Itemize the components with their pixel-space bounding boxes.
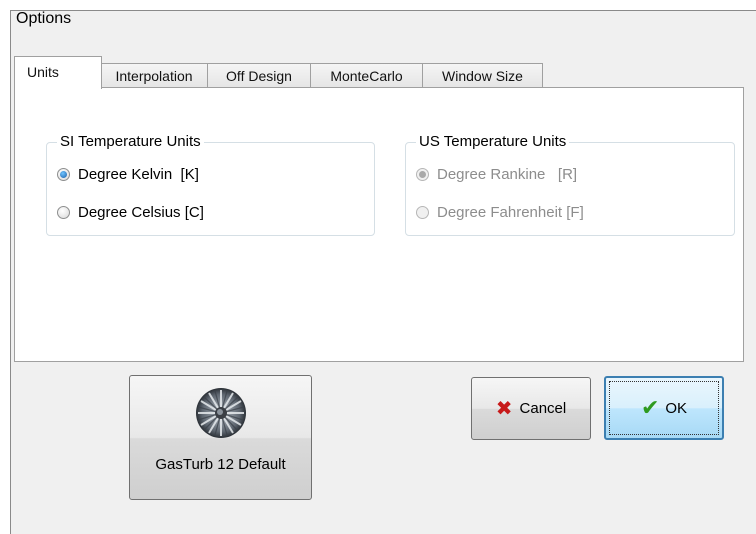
- radio-label-fahrenheit: Degree Fahrenheit [F]: [437, 203, 584, 221]
- red-x-icon: ✖: [495, 398, 513, 420]
- radio-label-kelvin: Degree Kelvin [K]: [78, 165, 199, 183]
- cancel-button[interactable]: ✖ Cancel: [471, 377, 591, 440]
- turbine-fan-icon: [195, 388, 246, 438]
- units-tab-page: SI Temperature Units Degree Kelvin [K] D…: [14, 87, 744, 362]
- tab-interpolation[interactable]: Interpolation: [100, 63, 208, 89]
- us-temperature-group: US Temperature Units Degree Rankine [R] …: [405, 133, 735, 236]
- radio-degree-celsius[interactable]: Degree Celsius [C]: [57, 201, 204, 223]
- radio-button-checked-icon[interactable]: [57, 167, 70, 181]
- ok-button[interactable]: ✔ OK: [604, 376, 724, 440]
- tab-off-design[interactable]: Off Design: [207, 63, 311, 89]
- tab-window-size[interactable]: Window Size: [422, 63, 543, 89]
- radio-button-icon[interactable]: [57, 205, 70, 219]
- si-temperature-group: SI Temperature Units Degree Kelvin [K] D…: [46, 133, 375, 236]
- si-group-title: SI Temperature Units: [57, 133, 204, 150]
- tab-bar: Units Interpolation Off Design MonteCarl…: [14, 42, 744, 89]
- us-group-title: US Temperature Units: [416, 133, 570, 150]
- gasturb-default-label: GasTurb 12 Default: [155, 456, 286, 473]
- radio-label-celsius: Degree Celsius [C]: [78, 203, 204, 221]
- window-title: Options: [16, 10, 72, 27]
- radio-label-rankine: Degree Rankine [R]: [437, 165, 578, 183]
- radio-degree-fahrenheit: Degree Fahrenheit [F]: [416, 201, 584, 223]
- cancel-label: Cancel: [519, 400, 567, 417]
- gasturb-default-button[interactable]: GasTurb 12 Default: [129, 375, 312, 500]
- radio-button-icon: [416, 205, 429, 219]
- tab-units[interactable]: Units: [14, 56, 102, 89]
- tab-montecarlo[interactable]: MonteCarlo: [310, 63, 423, 89]
- radio-button-checked-icon: [416, 167, 429, 181]
- focus-rectangle: [609, 381, 719, 435]
- radio-degree-kelvin[interactable]: Degree Kelvin [K]: [57, 163, 199, 185]
- radio-degree-rankine: Degree Rankine [R]: [416, 163, 577, 185]
